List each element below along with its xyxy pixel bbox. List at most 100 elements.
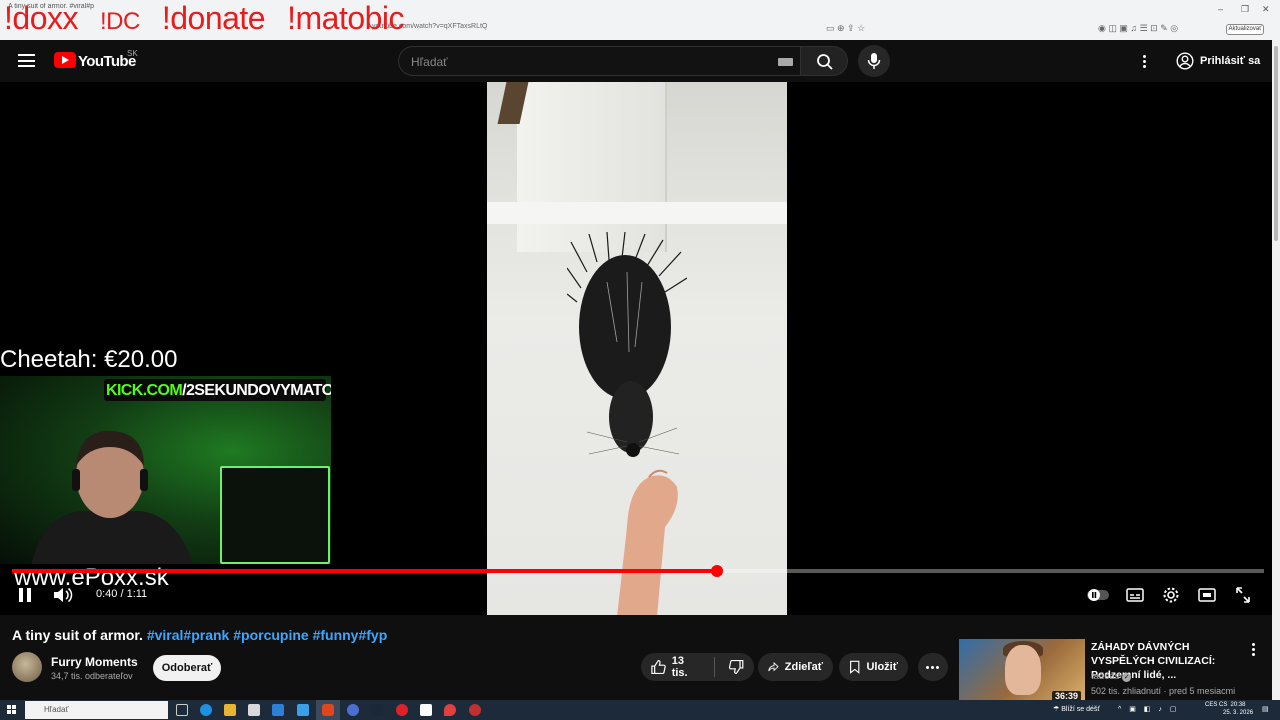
app-icon[interactable]: [347, 704, 359, 716]
video-title: A tiny suit of armor. #viral#prank #porc…: [12, 627, 387, 643]
account-icon: [1176, 52, 1194, 70]
app-icon[interactable]: [420, 704, 432, 716]
stream-commands-overlay: !doxx !DC !donate !matobic: [4, 0, 426, 37]
autoplay-toggle-icon[interactable]: [1086, 586, 1110, 604]
youtube-logo-icon[interactable]: [54, 52, 76, 68]
kick-channel: /2SEKUNDOVYMATO: [182, 382, 331, 399]
video-baseboard: [487, 202, 787, 224]
app-icon[interactable]: [469, 704, 481, 716]
save-button[interactable]: Uložiť: [839, 653, 908, 681]
subscribe-button[interactable]: Odoberať: [153, 655, 221, 681]
more-dot: [926, 665, 929, 669]
recommended-thumbnail[interactable]: 36:39: [959, 639, 1085, 701]
settings-more-icon[interactable]: [1143, 55, 1146, 68]
steam-icon[interactable]: [371, 704, 383, 716]
extension-icons[interactable]: ◉ ◫ ▣ ♫ ☰ ⊡ ✎ ◎: [1098, 23, 1178, 34]
porcupine-image: [567, 232, 687, 457]
weather-text: Blíží se déšť: [1061, 706, 1101, 713]
country-code: SK: [127, 49, 138, 58]
subtitles-icon[interactable]: [1126, 586, 1144, 604]
bookmark-icon: [850, 660, 860, 674]
restore-icon[interactable]: ❐: [1241, 4, 1249, 15]
thumbnail-face: [1005, 645, 1041, 695]
cmd-doxx: !doxx: [4, 0, 78, 36]
like-dislike-group: 13 tis.: [641, 653, 754, 681]
weather-icon: ☂: [1053, 706, 1062, 713]
start-button-icon[interactable]: [7, 705, 17, 715]
kick-link: KICK.COM/2SEKUNDOVYMATO: [106, 382, 331, 400]
search-button[interactable]: [800, 46, 848, 76]
edge-icon[interactable]: [200, 704, 212, 716]
video-title-text: A tiny suit of armor.: [12, 627, 143, 643]
file-explorer-icon[interactable]: [224, 704, 236, 716]
more-actions-button[interactable]: [918, 653, 948, 681]
settings-gear-icon[interactable]: [1162, 586, 1180, 604]
progress-bar[interactable]: [12, 565, 1264, 577]
volume-icon[interactable]: [53, 586, 73, 604]
youtube-header: YouTube SK Hľadať Prihlásiť sa: [0, 40, 1272, 82]
system-tray-icons[interactable]: ^ ▣ ◧ ♪ ▢: [1118, 705, 1179, 713]
taskbar-search-input[interactable]: Hľadať: [25, 701, 168, 719]
windows-taskbar: Hľadať ☂ Blíží se déšť ^ ▣ ◧ ♪ ▢ CES CS …: [0, 700, 1280, 720]
channel-avatar[interactable]: [12, 652, 42, 682]
cmd-donate: !donate: [161, 0, 266, 36]
time-display: 0:40 / 1:11: [96, 588, 148, 600]
save-label: Uložiť: [866, 661, 898, 673]
signin-label: Prihlásiť sa: [1200, 55, 1261, 67]
cmd-dc: !DC: [99, 8, 140, 35]
share-icon: [768, 661, 779, 672]
streamer-image: [31, 430, 193, 564]
close-icon[interactable]: ✕: [1262, 4, 1270, 15]
streamer-webcam: KICK.COM/2SEKUNDOVYMATO: [0, 376, 331, 564]
signin-button[interactable]: Prihlásiť sa: [1166, 46, 1270, 76]
video-player[interactable]: Cheetah: €20.00 KICK.COM/2SEKUNDOVYMATO …: [0, 82, 1272, 615]
more-dot: [931, 665, 934, 669]
channel-name[interactable]: Furry Moments: [51, 655, 138, 669]
miniplayer-icon[interactable]: [1198, 586, 1216, 604]
search-icon: [817, 54, 833, 70]
clock-time: 20:38: [1230, 702, 1246, 708]
like-icon[interactable]: [651, 659, 666, 675]
scrollbar-thumb[interactable]: [1274, 46, 1278, 241]
app-icon[interactable]: [272, 704, 284, 716]
mail-icon[interactable]: [297, 704, 309, 716]
more-dot: [936, 665, 939, 669]
store-icon[interactable]: [248, 704, 260, 716]
like-count[interactable]: 13 tis.: [672, 655, 701, 679]
clock-date: 25. 3. 2026: [1223, 710, 1254, 716]
gaming-pc-image: [220, 466, 330, 564]
hamburger-menu-icon[interactable]: [18, 54, 35, 67]
search-input[interactable]: Hľadať: [398, 46, 800, 76]
recommended-channel-name[interactable]: tadeas: [1091, 671, 1120, 682]
keyboard-icon[interactable]: [778, 58, 793, 66]
weather-widget[interactable]: ☂ Blíží se déšť: [1053, 705, 1100, 713]
video-hashtags[interactable]: #viral#prank #porcupine #funny#fyp: [147, 627, 387, 643]
brave-icon[interactable]: [322, 704, 334, 716]
browser-toolbar-icons[interactable]: ▭ ⊕ ⇪ ☆: [826, 23, 865, 34]
search-placeholder: Hľadať: [411, 55, 448, 69]
video-frame[interactable]: [487, 82, 787, 615]
progress-played: [12, 569, 718, 573]
dislike-icon[interactable]: [729, 659, 744, 675]
video-door: [517, 82, 667, 252]
pause-icon[interactable]: [18, 586, 32, 604]
task-view-icon[interactable]: [176, 704, 188, 716]
update-button[interactable]: Aktualizovať: [1226, 24, 1264, 35]
minimize-icon[interactable]: –: [1218, 4, 1223, 14]
hand-image: [617, 469, 678, 615]
recommended-channel[interactable]: tadeas ✓: [1091, 671, 1132, 682]
share-label: Zdieľať: [784, 661, 823, 673]
fullscreen-icon[interactable]: [1235, 586, 1251, 604]
subscriber-count: 34,7 tis. odberateľov: [51, 671, 133, 681]
verified-icon: ✓: [1122, 673, 1132, 682]
language-indicator[interactable]: CES CS: [1205, 702, 1227, 709]
opera-icon[interactable]: [396, 704, 408, 716]
recommended-more-icon[interactable]: [1252, 643, 1255, 656]
notification-icon[interactable]: ▤: [1262, 705, 1269, 713]
kick-domain: KICK.COM: [106, 382, 183, 399]
donation-alert: Cheetah: €20.00: [0, 346, 178, 373]
voice-search-button[interactable]: [858, 45, 890, 77]
maps-icon[interactable]: [444, 704, 456, 716]
share-button[interactable]: Zdieľať: [758, 653, 833, 681]
system-clock[interactable]: 20:38 25. 3. 2026: [1223, 701, 1253, 717]
